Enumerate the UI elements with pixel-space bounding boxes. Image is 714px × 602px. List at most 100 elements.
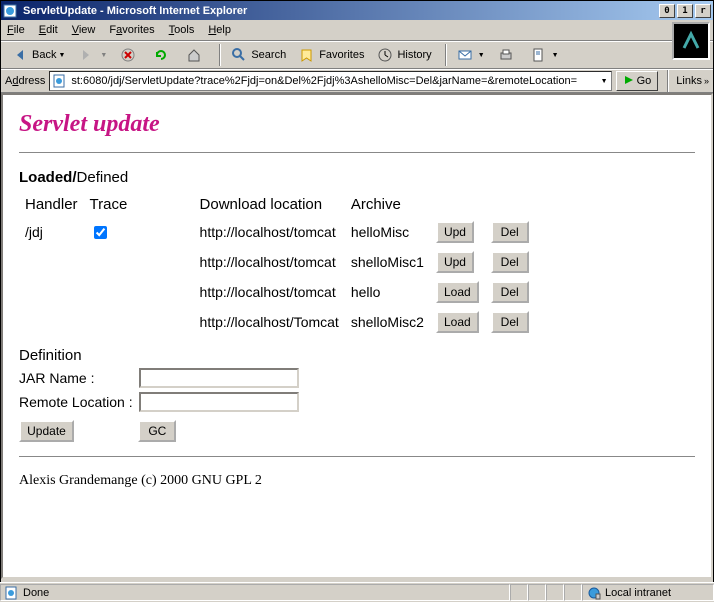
upd-button[interactable]: Upd	[436, 251, 474, 273]
search-button[interactable]: Search	[226, 44, 290, 66]
stop-button[interactable]	[115, 44, 144, 66]
maximize-button[interactable]: 1	[677, 4, 693, 18]
loaded-defined-heading: Loaded/Defined	[19, 169, 695, 186]
menubar: File Edit View Favorites Tools Help	[1, 20, 713, 41]
status-zone-cell: Local intranet	[582, 584, 714, 601]
mail-icon	[456, 46, 474, 64]
cell-handler: /jdj	[19, 217, 84, 247]
url-text: st:6080/jdj/ServletUpdate?trace%2Fjdj=on…	[71, 75, 577, 87]
cell-archive: shelloMisc2	[345, 307, 430, 337]
cell-download: http://localhost/tomcat	[194, 277, 345, 307]
status-slot-4	[564, 584, 582, 601]
favorites-button[interactable]: Favorites	[294, 44, 368, 66]
col-trace: Trace	[84, 192, 194, 217]
forward-dropdown-icon[interactable]: ▼	[100, 52, 107, 59]
menu-file[interactable]: File	[7, 24, 25, 36]
history-label: History	[397, 49, 431, 61]
back-button[interactable]: Back ▼	[7, 44, 69, 66]
links-chevron-icon[interactable]: »	[704, 76, 709, 86]
refresh-button[interactable]	[148, 44, 177, 66]
addressbar: Address st:6080/jdj/ServletUpdate?trace%…	[1, 69, 713, 93]
gc-button[interactable]: GC	[138, 420, 176, 442]
edit-icon	[530, 46, 548, 64]
table-row: http://localhost/tomcat shelloMisc1 Upd …	[19, 247, 535, 277]
handler-table: Handler Trace Download location Archive …	[19, 192, 535, 337]
upd-button[interactable]: Upd	[436, 221, 474, 243]
definition-section: Definition JAR Name : Remote Location : …	[19, 347, 695, 442]
remote-location-input[interactable]	[139, 392, 299, 412]
done-page-icon	[5, 586, 19, 600]
back-dropdown-icon[interactable]: ▼	[58, 52, 65, 59]
del-button[interactable]: Del	[491, 281, 529, 303]
toolbar-divider-2	[445, 44, 447, 66]
toolbar: Back ▼ ▼ Search Favorites History ▼ ▼	[1, 41, 713, 69]
update-button[interactable]: Update	[19, 420, 74, 442]
footer-text: Alexis Grandemange (c) 2000 GNU GPL 2	[19, 473, 695, 489]
col-handler: Handler	[19, 192, 84, 217]
go-icon	[623, 74, 637, 88]
cell-archive: helloMisc	[345, 217, 430, 247]
links-label[interactable]: Links	[676, 75, 702, 87]
remote-location-row: Remote Location :	[19, 392, 695, 412]
col-archive: Archive	[345, 192, 430, 217]
search-icon	[230, 46, 248, 64]
toolbar-divider	[219, 44, 221, 66]
col-download: Download location	[194, 192, 345, 217]
cell-download: http://localhost/tomcat	[194, 247, 345, 277]
loaded-text: Loaded/	[19, 169, 77, 186]
window-title: ServletUpdate - Microsoft Internet Explo…	[23, 5, 657, 17]
jar-name-label: JAR Name :	[19, 370, 139, 386]
divider	[19, 152, 695, 153]
trace-checkbox[interactable]	[94, 226, 107, 239]
close-button[interactable]: r	[695, 4, 711, 18]
menu-favorites[interactable]: Favorites	[109, 24, 154, 36]
go-label: Go	[637, 75, 652, 87]
del-button[interactable]: Del	[491, 251, 529, 273]
del-button[interactable]: Del	[491, 311, 529, 333]
forward-button[interactable]: ▼	[73, 44, 111, 66]
favorites-label: Favorites	[319, 49, 364, 61]
load-button[interactable]: Load	[436, 281, 479, 303]
table-row: /jdj http://localhost/tomcat helloMisc U…	[19, 217, 535, 247]
home-icon	[185, 46, 203, 64]
mail-dropdown-icon[interactable]: ▼	[478, 52, 485, 59]
jar-name-input[interactable]	[139, 368, 299, 388]
definition-heading: Definition	[19, 347, 695, 364]
cell-trace	[84, 217, 194, 247]
minimize-button[interactable]: 0	[659, 4, 675, 18]
cell-archive: hello	[345, 277, 430, 307]
menu-view[interactable]: View	[72, 24, 96, 36]
edit-button[interactable]: ▼	[526, 44, 563, 66]
history-button[interactable]: History	[372, 44, 435, 66]
back-arrow-icon	[11, 46, 29, 64]
status-text: Done	[23, 587, 49, 599]
mail-button[interactable]: ▼	[452, 44, 489, 66]
refresh-icon	[152, 46, 170, 64]
search-label: Search	[251, 49, 286, 61]
history-icon	[376, 46, 394, 64]
url-input[interactable]: st:6080/jdj/ServletUpdate?trace%2Fjdj=on…	[49, 71, 611, 91]
ie-page-icon	[3, 4, 19, 18]
statusbar: Done Local intranet	[0, 582, 714, 602]
cell-download: http://localhost/tomcat	[194, 217, 345, 247]
cell-download: http://localhost/Tomcat	[194, 307, 345, 337]
status-slot-2	[528, 584, 546, 601]
status-message-cell: Done	[0, 584, 510, 601]
defined-text: Defined	[77, 169, 129, 186]
print-icon	[497, 46, 515, 64]
go-button[interactable]: Go	[616, 71, 659, 91]
home-button[interactable]	[181, 44, 210, 66]
url-dropdown-icon[interactable]: ▼	[601, 78, 608, 85]
page-icon	[53, 74, 67, 88]
del-button[interactable]: Del	[491, 221, 529, 243]
address-label: Address	[5, 75, 45, 87]
menu-tools[interactable]: Tools	[169, 24, 195, 36]
remote-location-label: Remote Location :	[19, 394, 139, 410]
load-button[interactable]: Load	[436, 311, 479, 333]
content-area: Servlet update Loaded/Defined Handler Tr…	[1, 93, 713, 579]
print-button[interactable]	[493, 44, 522, 66]
menu-help[interactable]: Help	[208, 24, 231, 36]
menu-edit[interactable]: Edit	[39, 24, 58, 36]
intranet-zone-icon	[587, 586, 601, 600]
edit-dropdown-icon[interactable]: ▼	[552, 52, 559, 59]
